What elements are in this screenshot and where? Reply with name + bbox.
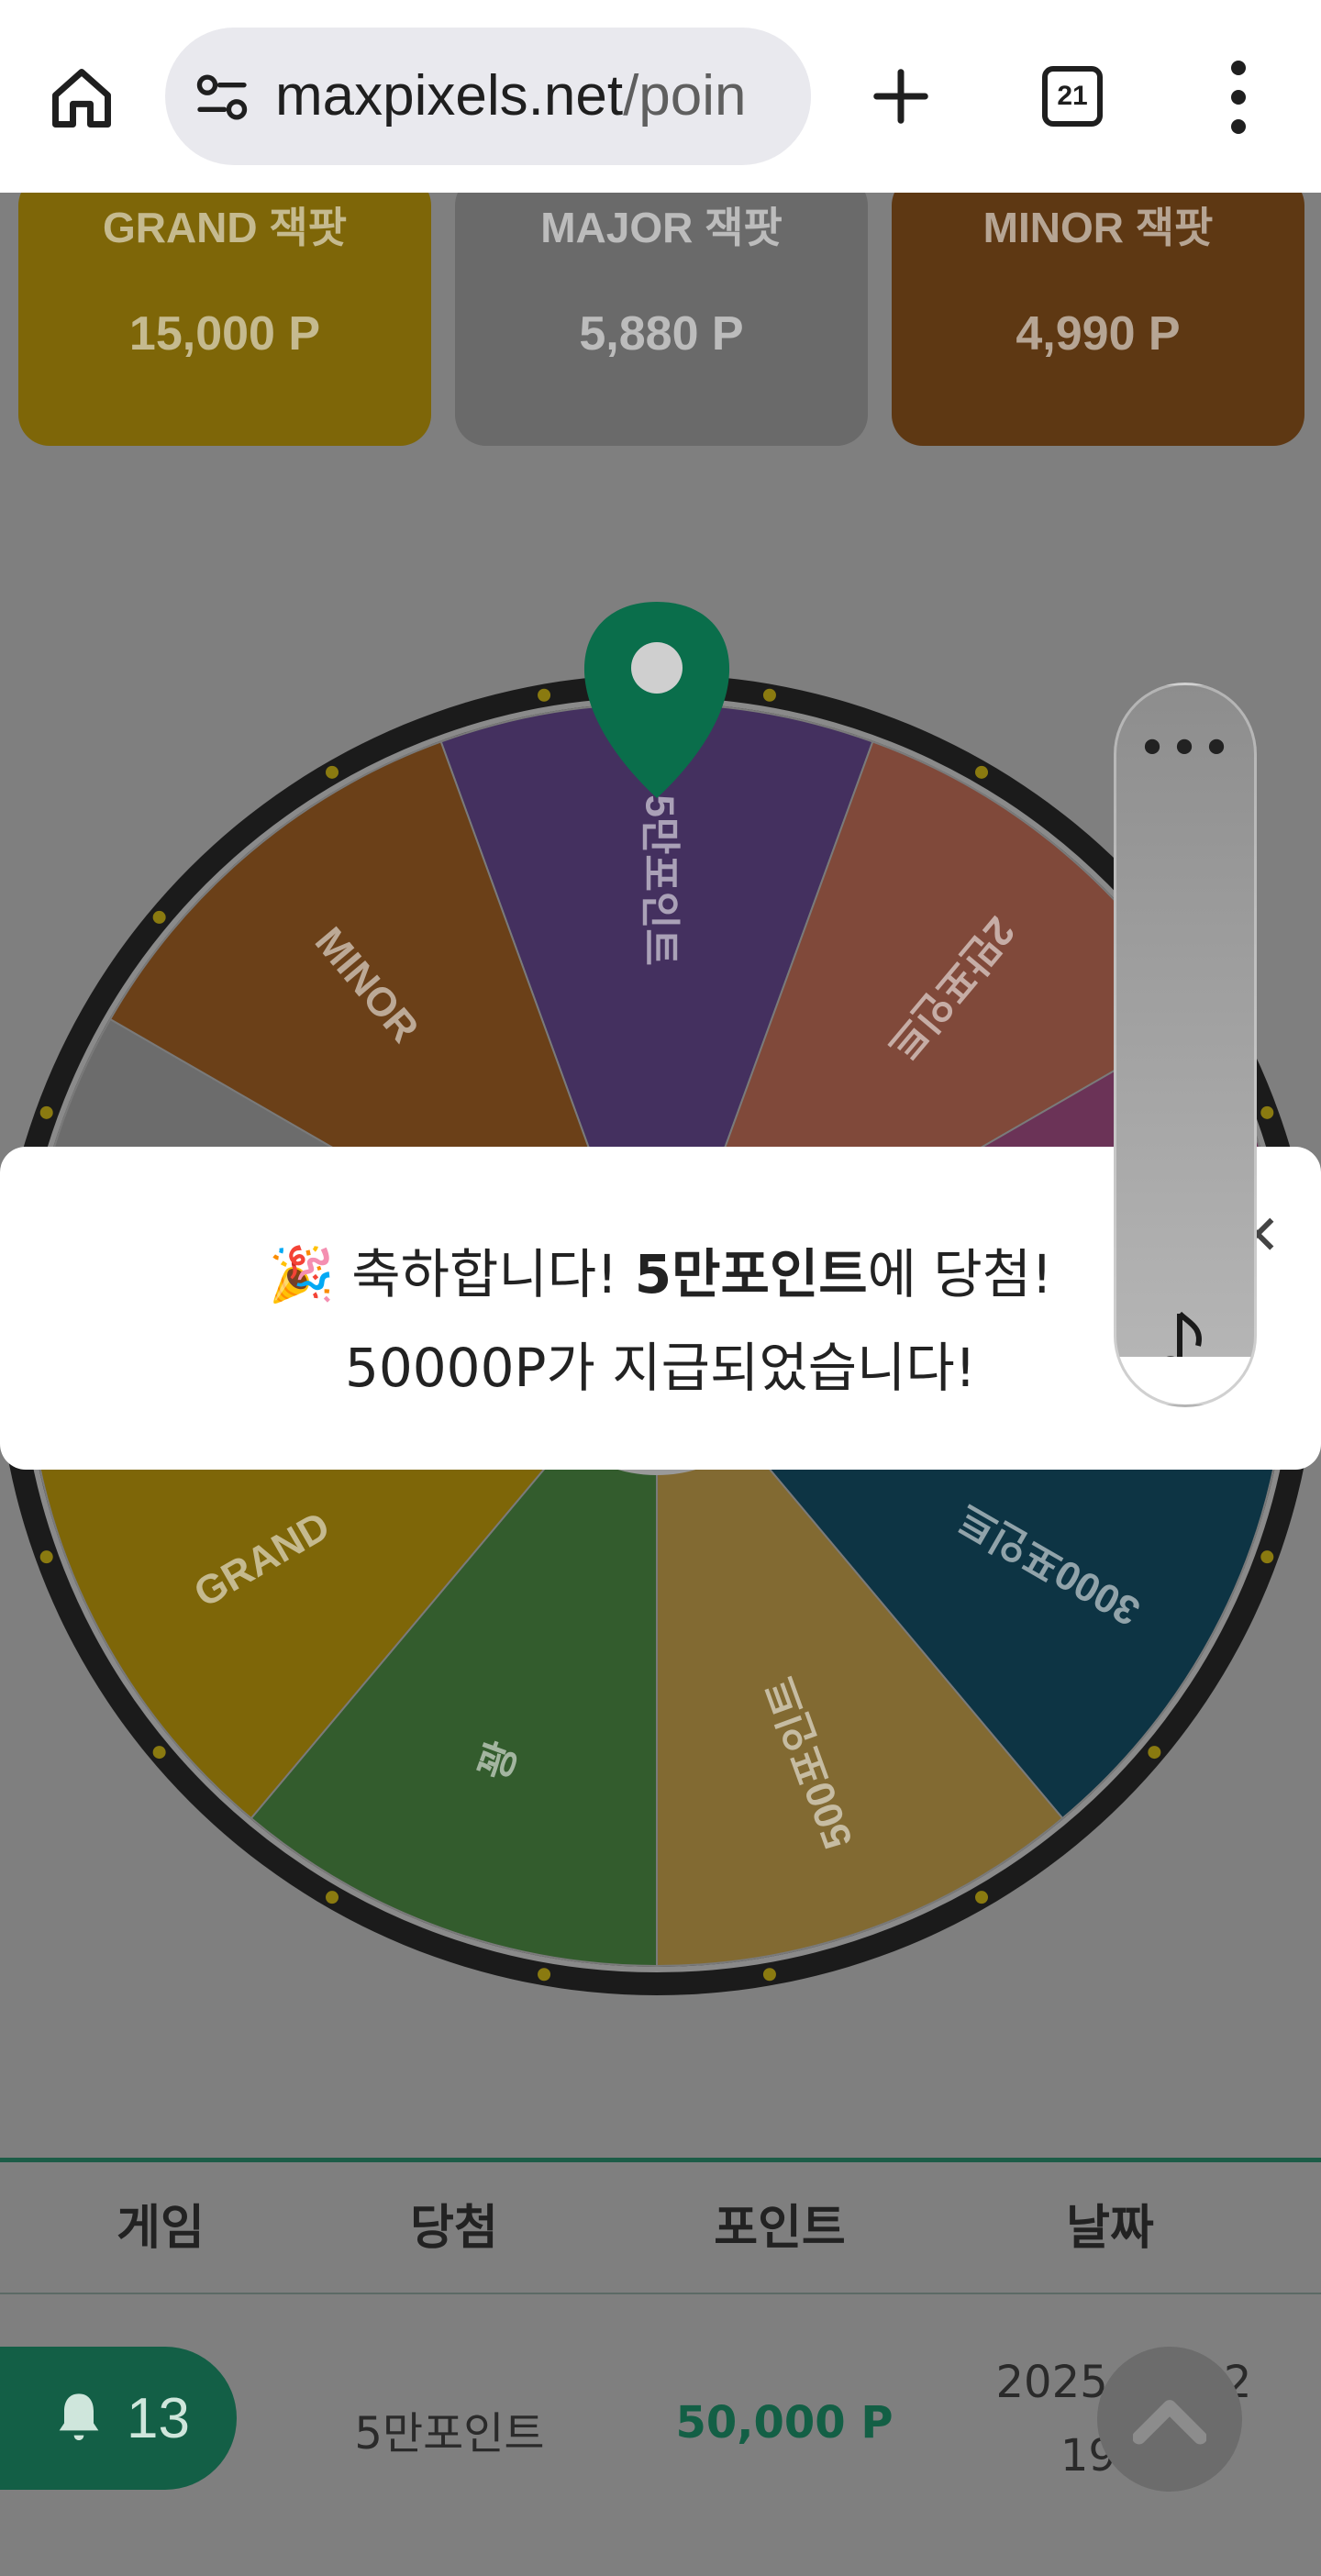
cell-prize: 5만포인트: [354, 2408, 545, 2459]
jackpot-card-major: MAJOR 잭팟 5,880 P: [455, 174, 868, 446]
wheel-bulb: [538, 688, 551, 702]
wheel-bulb: [326, 1891, 339, 1904]
wheel-bulb: [975, 765, 988, 779]
jackpot-title: MINOR 잭팟: [982, 204, 1214, 251]
popup-amount: 50000P: [344, 1337, 547, 1399]
wheel-bulb: [152, 1746, 166, 1760]
jackpot-card-grand: GRAND 잭팟 15,000 P: [18, 174, 431, 446]
tab-switcher-button[interactable]: 21: [1042, 66, 1103, 127]
wheel-bulb: [1148, 1746, 1161, 1760]
browser-toolbar: maxpixels.net/poin 21: [0, 0, 1321, 193]
notification-button[interactable]: 13: [0, 2347, 237, 2490]
wheel-bulb: [762, 688, 776, 702]
column-header-prize: 당첨: [410, 2201, 498, 2256]
jackpot-card-minor: MINOR 잭팟 4,990 P: [892, 174, 1304, 446]
wheel-segment-label: 5만포인트: [637, 794, 682, 965]
site-settings-icon[interactable]: [193, 68, 251, 127]
popup-win-text: 에 당첨!: [867, 1243, 1053, 1305]
wheel-bulb: [39, 1550, 53, 1564]
url-fade: [756, 28, 811, 165]
music-widget-bottom: [1116, 1357, 1254, 1405]
notification-count: 13: [127, 2386, 190, 2450]
chevron-up-icon: [1133, 2400, 1206, 2445]
popup-congrats-text: 축하합니다!: [334, 1243, 635, 1305]
url-domain: maxpixels.net: [275, 64, 624, 128]
popup-prize: 5만포인트: [634, 1243, 868, 1305]
music-widget[interactable]: •••: [1114, 683, 1257, 1407]
wheel-bulb: [538, 1968, 551, 1982]
bell-icon: [59, 2393, 99, 2440]
party-popper-icon: 🎉: [268, 1243, 335, 1305]
new-tab-icon[interactable]: [864, 55, 938, 138]
url-text: maxpixels.net/poin: [275, 28, 747, 165]
column-header-points: 포인트: [714, 2201, 846, 2256]
wheel-bulb: [1260, 1550, 1274, 1564]
column-header-game: 게임: [117, 2201, 205, 2256]
wheel-bulb: [152, 910, 166, 924]
jackpot-value: 15,000 P: [128, 307, 321, 361]
popup-paid-text: 가 지급되었습니다!: [546, 1337, 977, 1399]
wheel-bulb: [975, 1891, 988, 1904]
url-path: /poin: [623, 64, 747, 128]
home-icon[interactable]: [40, 57, 123, 139]
wheel-bulb: [1260, 1105, 1274, 1119]
more-menu-icon[interactable]: [1211, 61, 1266, 134]
wheel-bulb: [39, 1105, 53, 1119]
jackpot-value: 5,880 P: [579, 307, 744, 361]
table-header: 게임 당첨 포인트 날짜: [0, 2162, 1321, 2294]
address-bar[interactable]: maxpixels.net/poin: [165, 28, 811, 165]
wheel-bulb: [326, 765, 339, 779]
scroll-to-top-button[interactable]: [1097, 2347, 1242, 2492]
wheel-bulb: [762, 1968, 776, 1982]
jackpot-title: MAJOR 잭팟: [540, 204, 783, 251]
more-icon[interactable]: •••: [1116, 724, 1254, 775]
cell-points: 50,000 P: [675, 2397, 894, 2448]
jackpot-value: 4,990 P: [1016, 307, 1181, 361]
column-header-date: 날짜: [1066, 2201, 1154, 2256]
jackpot-title: GRAND 잭팟: [102, 204, 348, 251]
